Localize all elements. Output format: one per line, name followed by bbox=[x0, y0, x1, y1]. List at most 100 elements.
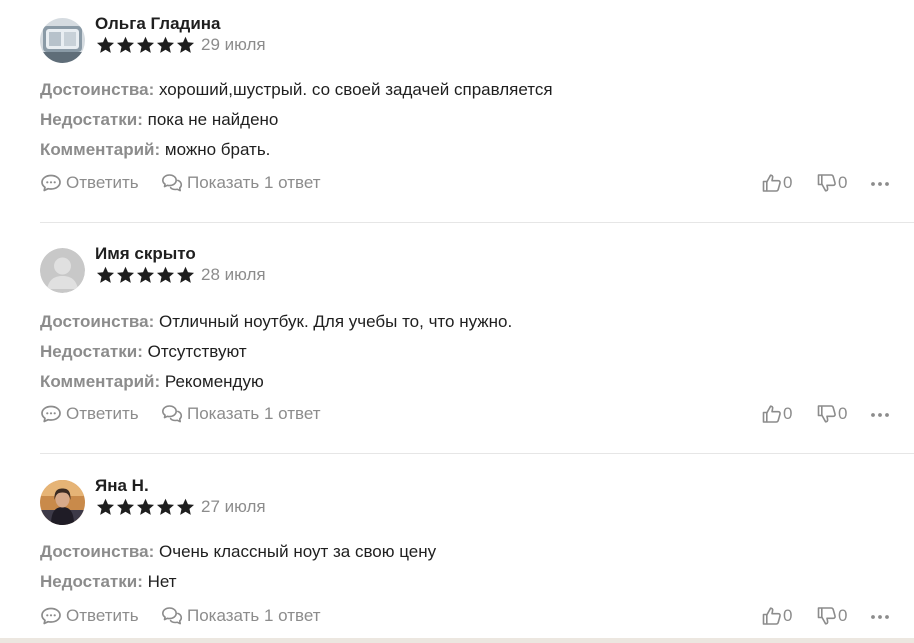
thumbs-down-icon bbox=[816, 606, 838, 626]
cons-line: Недостатки: пока не найдено bbox=[40, 110, 278, 130]
more-button[interactable] bbox=[870, 181, 890, 187]
star-icon bbox=[136, 36, 155, 54]
pros-line: Достоинства: Отличный ноутбук. Для учебы… bbox=[40, 312, 512, 332]
star-icon bbox=[116, 36, 135, 54]
review-card: Ольга Гладина 29 июля Достоинства: хорош… bbox=[40, 14, 900, 208]
rating-stars bbox=[96, 498, 195, 516]
pros-text: Отличный ноутбук. Для учебы то, что нужн… bbox=[159, 312, 513, 331]
like-button[interactable]: 0 bbox=[761, 606, 792, 626]
reply-label: Ответить bbox=[66, 173, 139, 192]
review-actions: Ответить Показать 1 ответ 0 0 bbox=[40, 173, 900, 195]
reply-button[interactable]: Ответить bbox=[40, 173, 139, 193]
review-actions: Ответить Показать 1 ответ 0 0 bbox=[40, 404, 900, 426]
bottom-edge bbox=[0, 638, 914, 643]
cons-label: Недостатки: bbox=[40, 110, 143, 129]
star-icon bbox=[176, 266, 195, 284]
dislike-button[interactable]: 0 bbox=[816, 404, 847, 424]
replies-icon bbox=[161, 606, 183, 626]
pros-text: хороший,шустрый. со своей задачей справл… bbox=[159, 80, 553, 99]
comment-text: Рекомендую bbox=[164, 372, 264, 391]
star-icon bbox=[116, 266, 135, 284]
show-replies-button[interactable]: Показать 1 ответ bbox=[161, 404, 321, 424]
review-date: 29 июля bbox=[201, 35, 266, 54]
author-name[interactable]: Ольга Гладина bbox=[95, 14, 221, 34]
comment-line: Комментарий: можно брать. bbox=[40, 140, 270, 160]
reply-button[interactable]: Ответить bbox=[40, 404, 139, 424]
star-icon bbox=[136, 498, 155, 516]
rating-stars bbox=[96, 266, 195, 284]
review-card: Имя скрыто 28 июля Достоинства: Отличный… bbox=[40, 244, 900, 438]
rating-stars bbox=[96, 36, 195, 54]
cons-line: Недостатки: Отсутствуют bbox=[40, 342, 247, 362]
review-divider bbox=[40, 222, 914, 223]
more-icon bbox=[870, 614, 890, 620]
more-button[interactable] bbox=[870, 614, 890, 620]
comment-line: Комментарий: Рекомендую bbox=[40, 372, 264, 392]
review-card: Яна Н. 27 июля Достоинства: Очень классн… bbox=[40, 476, 900, 635]
rating-row: 28 июля bbox=[96, 265, 266, 285]
thumbs-down-icon bbox=[816, 404, 838, 424]
replies-icon bbox=[161, 404, 183, 424]
star-icon bbox=[176, 36, 195, 54]
star-icon bbox=[156, 36, 175, 54]
like-button[interactable]: 0 bbox=[761, 173, 792, 193]
comment-label: Комментарий: bbox=[40, 372, 161, 391]
star-icon bbox=[136, 266, 155, 284]
pros-label: Достоинства: bbox=[40, 80, 155, 99]
comment-icon bbox=[40, 404, 62, 424]
reply-button[interactable]: Ответить bbox=[40, 606, 139, 626]
thumbs-up-icon bbox=[761, 606, 783, 626]
star-icon bbox=[96, 36, 115, 54]
thumbs-down-icon bbox=[816, 173, 838, 193]
star-icon bbox=[116, 498, 135, 516]
like-button[interactable]: 0 bbox=[761, 404, 792, 424]
avatar[interactable] bbox=[40, 18, 85, 63]
cons-label: Недостатки: bbox=[40, 342, 143, 361]
more-button[interactable] bbox=[870, 412, 890, 418]
show-replies-label: Показать 1 ответ bbox=[187, 404, 321, 423]
author-name[interactable]: Яна Н. bbox=[95, 476, 149, 496]
reply-label: Ответить bbox=[66, 404, 139, 423]
avatar[interactable] bbox=[40, 480, 85, 525]
dislike-count: 0 bbox=[838, 173, 848, 192]
like-count: 0 bbox=[783, 404, 793, 423]
pros-text: Очень классный ноут за свою цену bbox=[159, 542, 437, 561]
comment-icon bbox=[40, 606, 62, 626]
author-name[interactable]: Имя скрыто bbox=[95, 244, 196, 264]
cons-label: Недостатки: bbox=[40, 572, 143, 591]
cons-text: пока не найдено bbox=[147, 110, 279, 129]
star-icon bbox=[176, 498, 195, 516]
show-replies-button[interactable]: Показать 1 ответ bbox=[161, 173, 321, 193]
dislike-button[interactable]: 0 bbox=[816, 606, 847, 626]
review-divider bbox=[40, 453, 914, 454]
cons-line: Недостатки: Нет bbox=[40, 572, 177, 592]
star-icon bbox=[156, 266, 175, 284]
review-date: 27 июля bbox=[201, 497, 266, 516]
pros-label: Достоинства: bbox=[40, 542, 155, 561]
comment-label: Комментарий: bbox=[40, 140, 161, 159]
show-replies-label: Показать 1 ответ bbox=[187, 173, 321, 192]
cons-text: Отсутствуют bbox=[147, 342, 247, 361]
dislike-button[interactable]: 0 bbox=[816, 173, 847, 193]
comment-text: можно брать. bbox=[164, 140, 271, 159]
show-replies-label: Показать 1 ответ bbox=[187, 606, 321, 625]
review-actions: Ответить Показать 1 ответ 0 0 bbox=[40, 606, 900, 628]
more-icon bbox=[870, 412, 890, 418]
review-date: 28 июля bbox=[201, 265, 266, 284]
show-replies-button[interactable]: Показать 1 ответ bbox=[161, 606, 321, 626]
star-icon bbox=[96, 266, 115, 284]
cons-text: Нет bbox=[147, 572, 177, 591]
star-icon bbox=[96, 498, 115, 516]
avatar[interactable] bbox=[40, 248, 85, 293]
dislike-count: 0 bbox=[838, 606, 848, 625]
like-count: 0 bbox=[783, 606, 793, 625]
pros-line: Достоинства: хороший,шустрый. со своей з… bbox=[40, 80, 553, 100]
replies-icon bbox=[161, 173, 183, 193]
like-count: 0 bbox=[783, 173, 793, 192]
pros-line: Достоинства: Очень классный ноут за свою… bbox=[40, 542, 436, 562]
more-icon bbox=[870, 181, 890, 187]
rating-row: 29 июля bbox=[96, 35, 266, 55]
thumbs-up-icon bbox=[761, 173, 783, 193]
rating-row: 27 июля bbox=[96, 497, 266, 517]
thumbs-up-icon bbox=[761, 404, 783, 424]
